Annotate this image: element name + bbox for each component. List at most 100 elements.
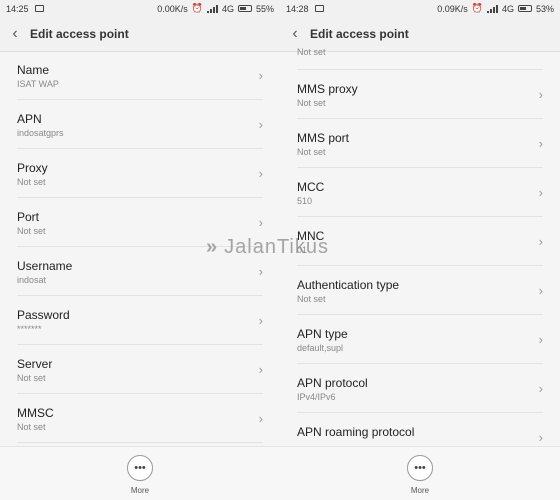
list-item-apn-type[interactable]: APN type default,supl › [297,315,543,364]
list-item-authentication-type[interactable]: Authentication type Not set › [297,266,543,315]
chevron-right-icon: › [538,283,543,298]
battery-percent: 55% [255,3,274,14]
back-button[interactable]: ‹ [0,17,30,51]
item-label: Port [17,210,40,224]
item-label: Password [17,308,70,322]
status-bar: 14:25 0.00K/s ⏰ 4G 55% [0,0,280,17]
chevron-left-icon: ‹ [12,25,18,42]
list-item-server[interactable]: Server Not set › [17,345,263,394]
item-label: MMS port [297,131,350,145]
item-label: APN protocol [297,376,368,390]
status-time: 14:25 [6,3,29,14]
chevron-right-icon: › [538,430,543,445]
item-label: Proxy [17,161,48,175]
list-item-mmsc[interactable]: MMSC Not set › [17,394,263,443]
partial-list-item[interactable]: Not set [297,47,543,70]
list-item-mnc[interactable]: MNC 01 › [297,217,543,266]
chevron-right-icon: › [538,332,543,347]
list-item-mcc[interactable]: MCC 510 › [297,168,543,217]
item-label: MCC [297,180,325,194]
item-value: Not set [297,98,326,108]
item-value: Not set [297,147,326,157]
list-item-mms-proxy[interactable]: MMS proxy Not set › [297,70,543,119]
more-button[interactable]: ••• More [407,455,433,495]
chevron-right-icon: › [538,87,543,102]
more-label: More [130,486,150,495]
chevron-right-icon: › [258,215,263,230]
item-label: Authentication type [297,278,400,292]
list-item-name[interactable]: Name ISAT WAP › [17,51,263,100]
settings-list: MMS proxy Not set › MMS port Not set › MCC 51… [280,70,560,462]
left-screen: 14:25 0.00K/s ⏰ 4G 55% ‹ Edit access poi… [0,0,280,500]
item-value: default,supl [297,343,344,353]
status-right: 0.09K/s ⏰ 4G 53% [437,3,554,14]
item-value: Not set [297,47,326,57]
chevron-right-icon: › [538,185,543,200]
item-label: Name [17,63,50,77]
notification-icon [34,5,44,12]
more-label: More [410,486,430,495]
right-screen: 14:28 0.09K/s ⏰ 4G 53% ‹ Edit access poi… [280,0,560,500]
battery-percent: 53% [535,3,554,14]
item-label: APN type [297,327,348,341]
item-value: 01 [297,245,308,255]
list-item-apn[interactable]: APN indosatgprs › [17,100,263,149]
chevron-right-icon: › [258,166,263,181]
chevron-right-icon: › [258,68,263,83]
item-value: indosat [17,275,47,285]
signal-icon [486,4,498,13]
chevron-right-icon: › [258,362,263,377]
chevron-right-icon: › [258,411,263,426]
item-label: MMSC [17,406,54,420]
item-label: MNC [297,229,325,243]
item-value: 510 [297,196,313,206]
chevron-right-icon: › [258,117,263,132]
item-label: APN [17,112,42,126]
status-bar: 14:28 0.09K/s ⏰ 4G 53% [280,0,560,17]
list-item-password[interactable]: Password ******* › [17,296,263,345]
chevron-right-icon: › [538,136,543,151]
alarm-icon: ⏰ [191,3,203,13]
page-title: Edit access point [310,27,409,41]
network-speed: 0.00K/s [157,3,188,14]
bottom-bar: ••• More [280,446,560,500]
list-item-mms-port[interactable]: MMS port Not set › [297,119,543,168]
bottom-bar: ••• More [0,446,280,500]
list-item-apn-protocol[interactable]: APN protocol IPv4/IPv6 › [297,364,543,413]
chevron-right-icon: › [538,234,543,249]
item-value: Not set [17,373,46,383]
list-item-port[interactable]: Port Not set › [17,198,263,247]
notification-icon [314,5,324,12]
item-value: Not set [17,226,46,236]
title-bar: ‹ Edit access point [0,17,280,52]
chevron-right-icon: › [258,264,263,279]
chevron-left-icon: ‹ [292,25,298,42]
status-right: 0.00K/s ⏰ 4G 55% [157,3,274,14]
page-title: Edit access point [30,27,129,41]
network-type: 4G [221,3,234,14]
more-icon: ••• [407,455,433,481]
network-speed: 0.09K/s [437,3,468,14]
more-button[interactable]: ••• More [127,455,153,495]
more-icon: ••• [127,455,153,481]
chevron-right-icon: › [258,313,263,328]
battery-icon [237,5,252,12]
network-type: 4G [501,3,514,14]
item-value: ******* [17,324,42,334]
status-time: 14:28 [286,3,309,14]
back-button[interactable]: ‹ [280,17,310,51]
item-value: Not set [17,422,46,432]
settings-list: Name ISAT WAP › APN indosatgprs › Proxy Not s… [0,51,280,443]
list-item-username[interactable]: Username indosat › [17,247,263,296]
list-item-proxy[interactable]: Proxy Not set › [17,149,263,198]
item-label: Username [17,259,73,273]
item-value: Not set [17,177,46,187]
item-value: ISAT WAP [17,79,59,89]
item-label: Server [17,357,53,371]
item-label: APN roaming protocol [297,425,415,439]
alarm-icon: ⏰ [471,3,483,13]
item-value: Not set [297,294,326,304]
chevron-right-icon: › [538,381,543,396]
battery-icon [517,5,532,12]
item-label: MMS proxy [297,82,358,96]
